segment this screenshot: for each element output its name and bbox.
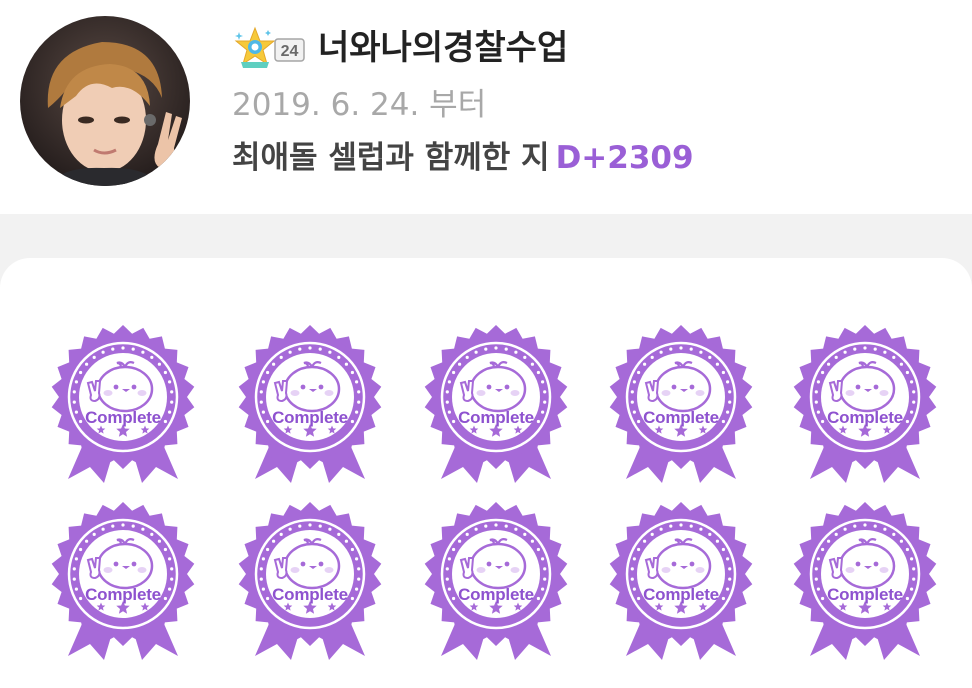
avatar[interactable] [20, 16, 190, 186]
nickname: 너와나의경찰수업 [318, 28, 569, 68]
profile-header: 24 너와나의경찰수업 2019. 6. 24. 부터 최애돌 셀럽과 함께한 … [0, 0, 972, 214]
badge-medal-icon [51, 502, 195, 660]
badge-label: Complete [85, 408, 161, 427]
level-number: 24 [281, 43, 299, 60]
level-star-icon: 24 [234, 26, 305, 68]
dday-line: 최애돌 셀럽과 함께한 지 D+2309 [232, 136, 694, 180]
badge-label: Complete [643, 408, 719, 427]
complete-badge[interactable]: Complete [608, 325, 754, 485]
badge-label: Complete [85, 585, 161, 604]
complete-badge[interactable]: Complete [792, 502, 938, 662]
avatar-photo [20, 16, 190, 186]
badge-label: Complete [827, 585, 903, 604]
level-badge: 24 [233, 26, 307, 70]
badge-medal-icon [609, 502, 753, 660]
badge-medal-icon [424, 502, 568, 660]
dday-prefix: 최애돌 셀럽과 함께한 지 [232, 140, 550, 176]
badge-label: Complete [272, 585, 348, 604]
complete-badge[interactable]: Complete [237, 502, 383, 662]
badge-medal-icon [793, 325, 937, 483]
complete-badge[interactable]: Complete [423, 502, 569, 662]
badge-label: Complete [272, 408, 348, 427]
badge-label: Complete [458, 585, 534, 604]
complete-badge[interactable]: Complete [50, 502, 196, 662]
badge-medal-icon [238, 502, 382, 660]
complete-badge[interactable]: Complete [608, 502, 754, 662]
complete-badge[interactable]: Complete [50, 325, 196, 485]
since-date: 2019. 6. 24. 부터 [232, 87, 487, 123]
badge-medal-icon [793, 502, 937, 660]
badge-label: Complete [458, 408, 534, 427]
dday-value: D+2309 [555, 140, 694, 176]
badge-medal-icon [238, 325, 382, 483]
complete-badge[interactable]: Complete [237, 325, 383, 485]
badge-medal-icon [424, 325, 568, 483]
complete-badge[interactable]: Complete [792, 325, 938, 485]
badge-label: Complete [643, 585, 719, 604]
complete-badge[interactable]: Complete [423, 325, 569, 485]
badge-medal-icon [51, 325, 195, 483]
badge-label: Complete [827, 408, 903, 427]
badge-medal-icon [609, 325, 753, 483]
